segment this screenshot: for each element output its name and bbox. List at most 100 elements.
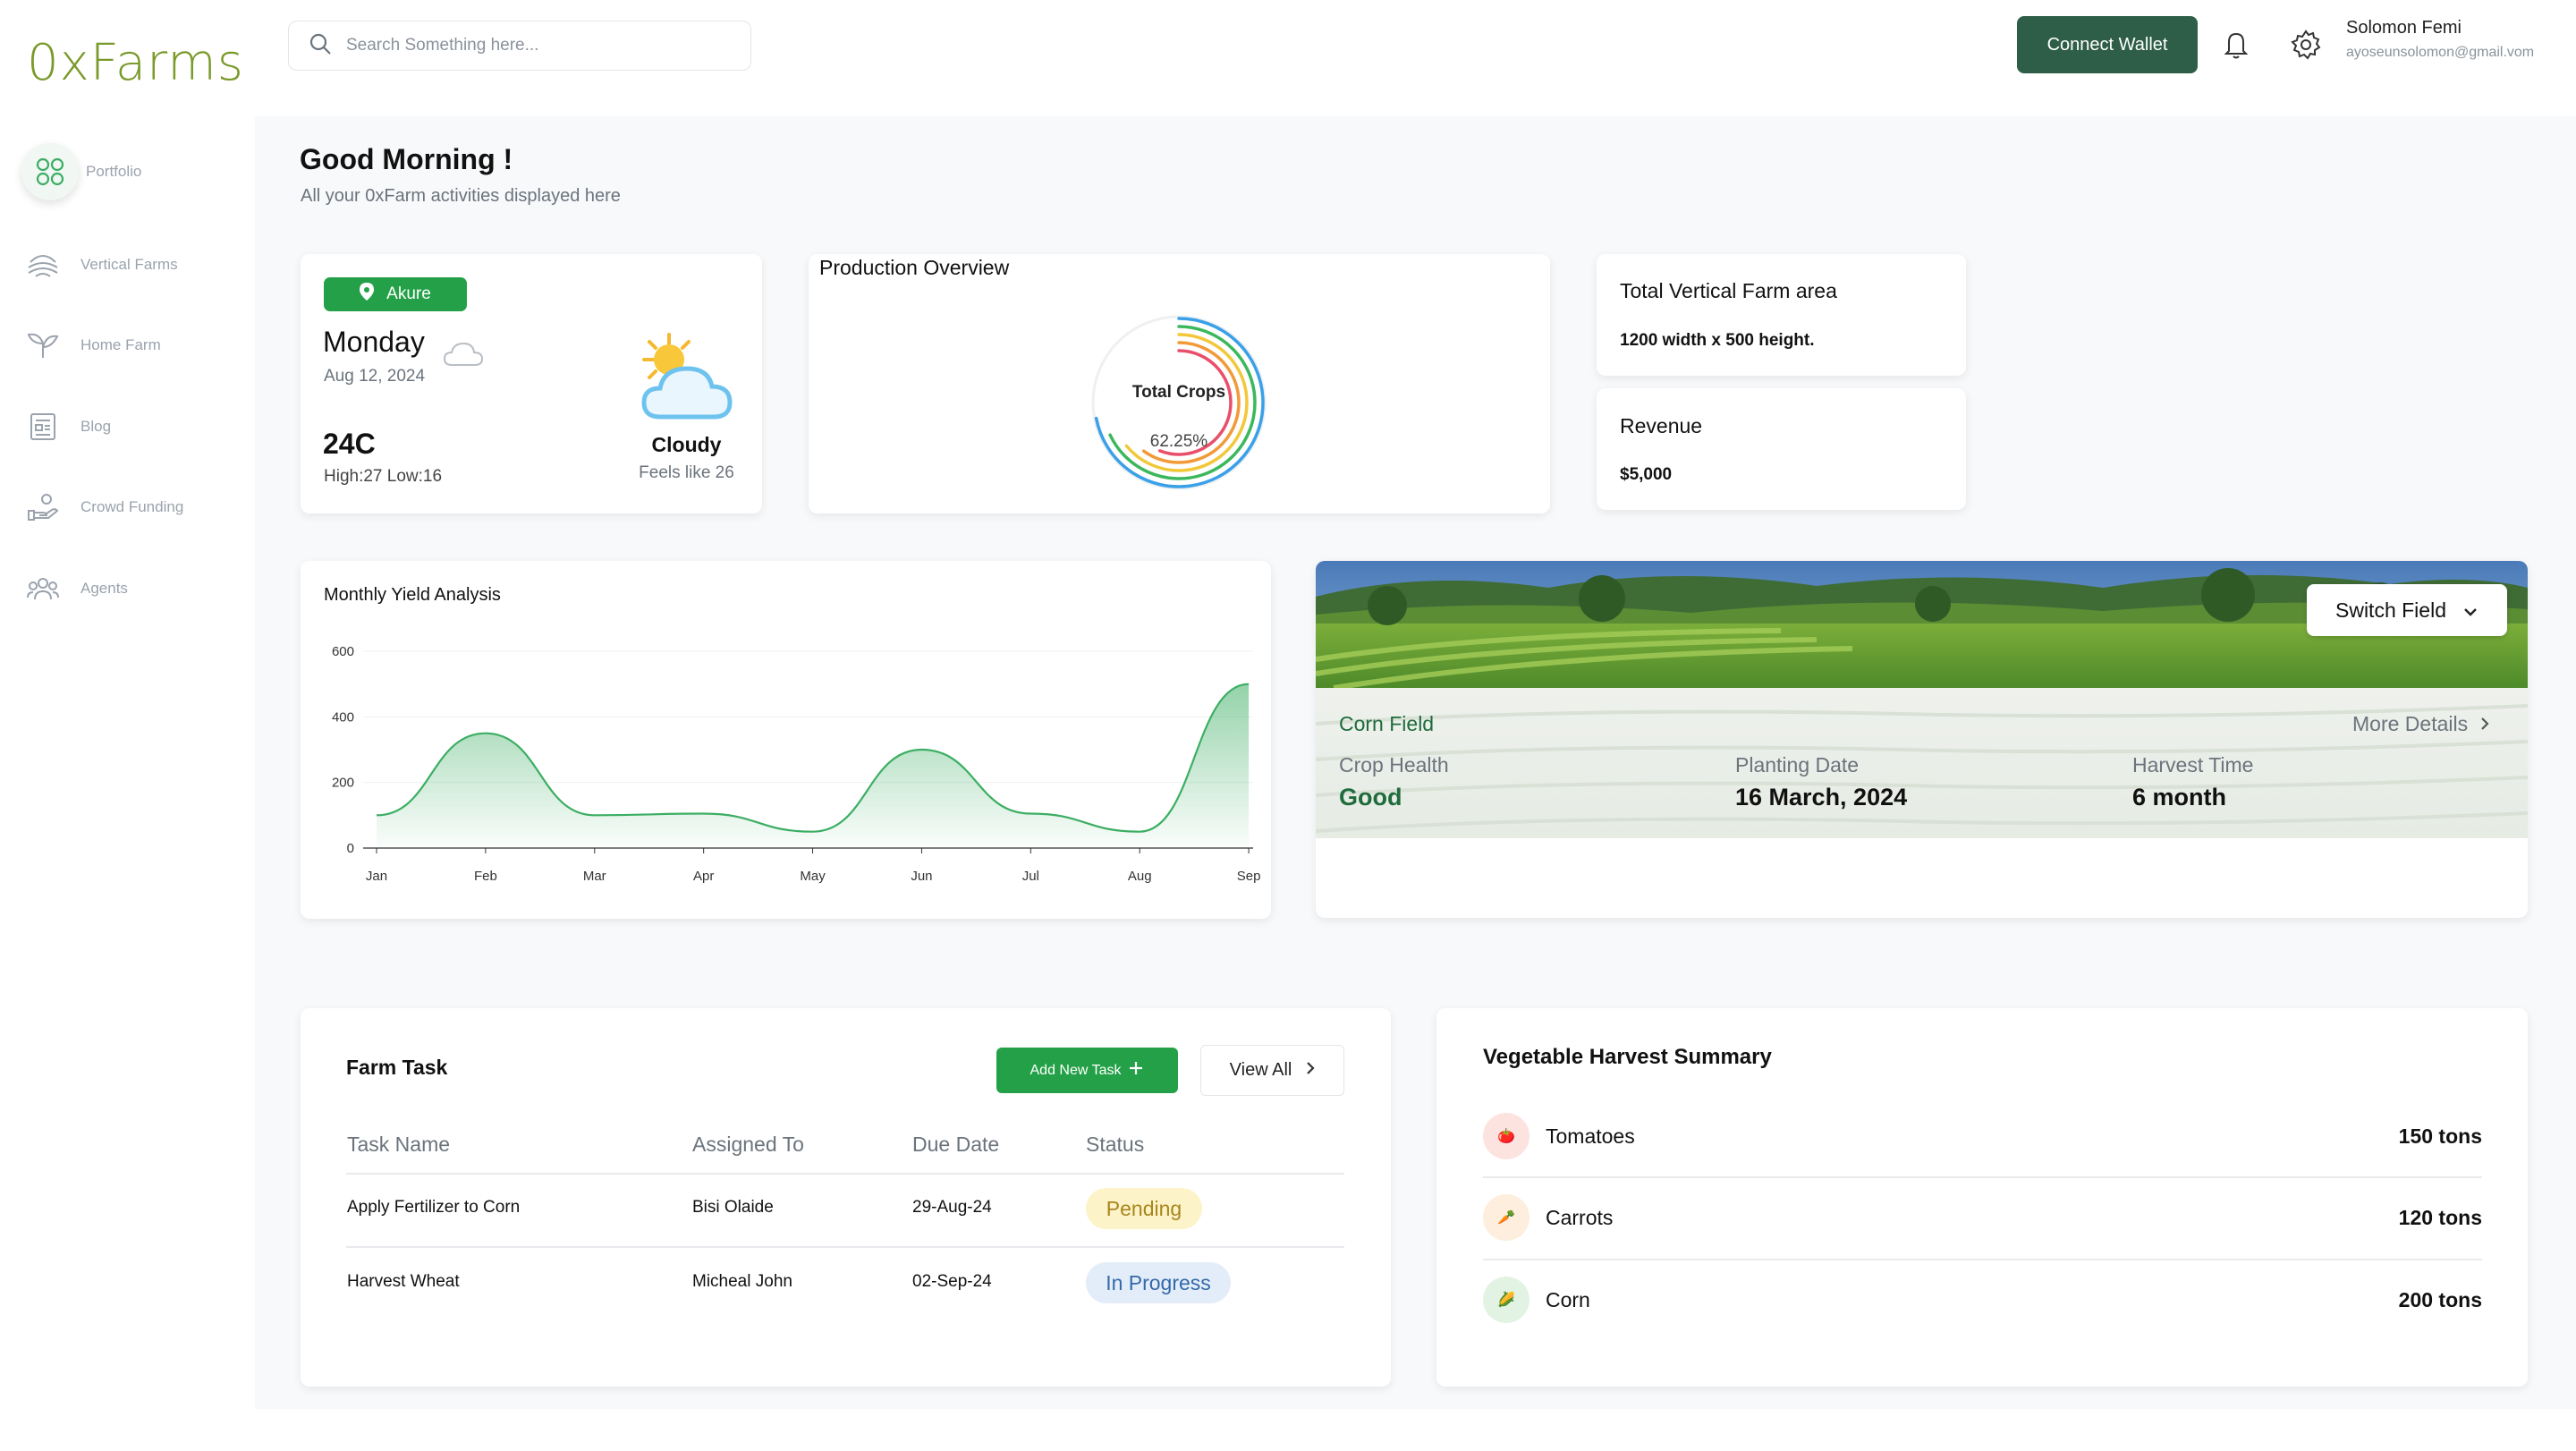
- document-icon: [25, 409, 61, 445]
- chevron-right-icon: [2480, 712, 2489, 736]
- task-due-date: 02-Sep-24: [912, 1272, 992, 1291]
- revenue-title: Revenue: [1620, 414, 1703, 437]
- location-pin-icon: [360, 283, 375, 306]
- harvest-item-name: Corn: [1546, 1288, 1590, 1311]
- bell-icon[interactable]: [2218, 27, 2254, 63]
- weather-condition: Cloudy: [651, 433, 722, 456]
- sidebar-item-blog[interactable]: Blog: [25, 409, 111, 445]
- hand-coin-icon: [25, 489, 61, 525]
- view-all-button[interactable]: View All: [1200, 1045, 1344, 1096]
- column-header-due-date: Due Date: [912, 1133, 1000, 1156]
- plus-icon: [1128, 1060, 1144, 1081]
- field-rows-texture: [1316, 704, 2528, 833]
- search-icon: [309, 32, 332, 60]
- sidebar-item-crowd-funding[interactable]: Crowd Funding: [25, 489, 183, 525]
- revenue-value: $5,000: [1620, 465, 1673, 484]
- table-row[interactable]: Harvest Wheat Micheal John 02-Sep-24 In …: [346, 1248, 1344, 1321]
- carrot-icon: 🥕: [1483, 1194, 1530, 1241]
- list-divider: [1483, 1176, 2482, 1178]
- location-badge[interactable]: Akure: [324, 277, 467, 311]
- tomato-icon: 🍅: [1483, 1113, 1530, 1159]
- more-details-link[interactable]: More Details: [2352, 712, 2489, 736]
- weather-feels-like: Feels like 26: [639, 463, 734, 482]
- farm-field-icon: [25, 247, 61, 283]
- sidebar-item-label: Crowd Funding: [80, 498, 184, 515]
- search-bar[interactable]: [288, 21, 751, 71]
- table-row[interactable]: Apply Fertilizer to Corn Bisi Olaide 29-…: [346, 1174, 1344, 1247]
- x-tick-label: Mar: [583, 869, 606, 884]
- crop-health-value: Good: [1339, 784, 1402, 810]
- weather-temperature: 24C: [323, 428, 376, 460]
- y-tick-label: 0: [347, 841, 354, 856]
- sidebar-item-label: Blog: [80, 418, 112, 435]
- harvest-time-label: Harvest Time: [2132, 753, 2254, 776]
- chevron-down-icon: [2462, 598, 2479, 623]
- grid-icon: [21, 143, 79, 200]
- production-center-value: 62.25%: [1149, 432, 1208, 451]
- users-icon: [25, 571, 61, 607]
- sidebar-item-label: Home Farm: [80, 336, 161, 353]
- task-assignee: Micheal John: [692, 1272, 792, 1291]
- add-new-task-button[interactable]: Add New Task: [996, 1048, 1178, 1093]
- planting-date-label: Planting Date: [1735, 753, 1860, 776]
- status-badge: Pending: [1086, 1188, 1202, 1229]
- y-tick-label: 200: [332, 776, 354, 791]
- column-header-status: Status: [1086, 1133, 1145, 1156]
- gear-icon[interactable]: [2288, 27, 2324, 63]
- harvest-item-value: 150 tons: [2398, 1124, 2482, 1148]
- harvest-item-name: Carrots: [1546, 1206, 1614, 1229]
- revenue-card: [1597, 388, 1966, 510]
- connect-wallet-button[interactable]: Connect Wallet: [2017, 16, 2198, 73]
- cloud-outline-icon: [443, 340, 484, 373]
- yield-area: [377, 683, 1250, 848]
- y-tick-label: 600: [332, 644, 354, 659]
- sun-cloud-icon: [635, 331, 738, 432]
- list-divider: [1483, 1259, 2482, 1260]
- sidebar-item-label: Vertical Farms: [80, 256, 178, 273]
- production-title: Production Overview: [819, 256, 1010, 279]
- planting-date-value: 16 March, 2024: [1735, 784, 1908, 810]
- farm-area-card: [1597, 254, 1966, 376]
- yield-chart-title: Monthly Yield Analysis: [324, 585, 501, 605]
- column-header-task-name: Task Name: [347, 1133, 451, 1156]
- field-name: Corn Field: [1339, 712, 1435, 735]
- harvest-item-name: Tomatoes: [1546, 1124, 1635, 1148]
- x-tick-label: Aug: [1128, 869, 1152, 884]
- task-due-date: 29-Aug-24: [912, 1198, 992, 1217]
- app-logo[interactable]: 0xFarms: [27, 34, 244, 92]
- sprout-icon: [25, 327, 61, 363]
- page-title: Good Morning !: [300, 143, 513, 175]
- corn-icon: 🌽: [1483, 1277, 1530, 1323]
- production-center-label: Total Crops: [1131, 383, 1226, 402]
- y-tick-label: 400: [332, 709, 354, 725]
- x-tick-label: Sep: [1237, 869, 1261, 884]
- status-badge: In Progress: [1086, 1262, 1231, 1303]
- farm-task-title: Farm Task: [346, 1056, 448, 1079]
- farm-area-value: 1200 width x 500 height.: [1620, 331, 1815, 350]
- x-tick-label: May: [800, 869, 826, 884]
- sidebar-item-vertical-farms[interactable]: Vertical Farms: [25, 247, 178, 283]
- sidebar-item-label: Agents: [80, 580, 128, 597]
- chevron-right-icon: [1306, 1060, 1315, 1081]
- switch-field-button[interactable]: Switch Field: [2307, 584, 2507, 636]
- x-tick-label: Jan: [366, 869, 387, 884]
- search-input[interactable]: [346, 36, 722, 55]
- sidebar-item-label: Portfolio: [86, 163, 142, 180]
- sidebar-item-home-farm[interactable]: Home Farm: [25, 327, 161, 363]
- page-subtitle: All your 0xFarm activities displayed her…: [301, 186, 621, 206]
- x-tick-label: Apr: [693, 869, 714, 884]
- x-tick-label: Jun: [911, 869, 932, 884]
- user-name[interactable]: Solomon Femi: [2346, 18, 2462, 38]
- production-rings: [1091, 315, 1267, 490]
- list-item: 🍅 Tomatoes 150 tons: [1483, 1113, 2482, 1175]
- harvest-summary-title: Vegetable Harvest Summary: [1483, 1045, 1772, 1069]
- weather-high-low: High:27 Low:16: [324, 467, 443, 486]
- harvest-item-value: 200 tons: [2398, 1288, 2482, 1311]
- sidebar-item-portfolio[interactable]: Portfolio: [21, 143, 142, 200]
- yield-chart: 0 200 400 600 Jan Feb Mar Apr May Jun Jul Aug Sep: [332, 644, 1261, 884]
- list-item: 🌽 Corn 200 tons: [1483, 1277, 2482, 1339]
- task-name: Apply Fertilizer to Corn: [347, 1198, 521, 1217]
- sidebar-item-agents[interactable]: Agents: [25, 571, 128, 607]
- harvest-time-value: 6 month: [2132, 784, 2226, 810]
- farm-area-title: Total Vertical Farm area: [1620, 279, 1837, 302]
